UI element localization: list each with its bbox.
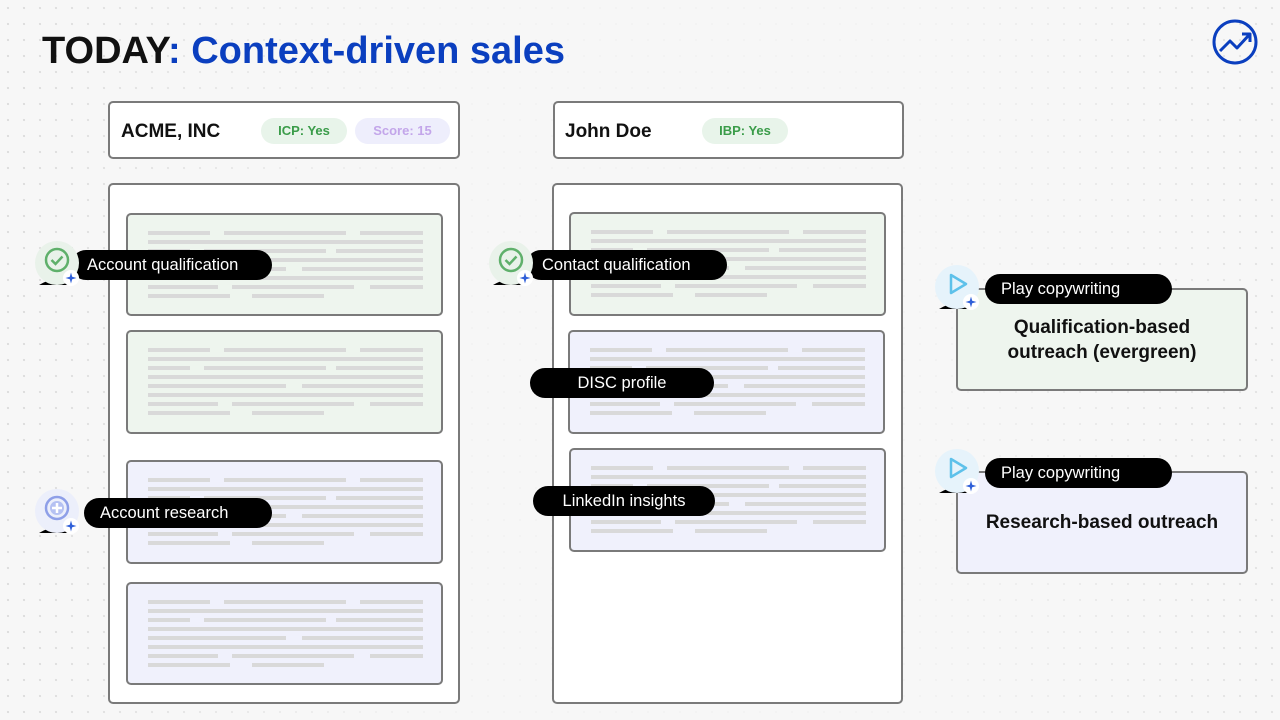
title-prefix: TODAY	[42, 30, 169, 72]
account-extra-card	[126, 582, 443, 685]
contact-name: John Doe	[565, 121, 652, 142]
account-research-tag: Account research	[84, 498, 272, 528]
title-rest: : Context-driven sales	[168, 30, 566, 72]
research-outreach-text: Research-based outreach	[985, 512, 1219, 533]
placeholder-text-lines	[148, 600, 423, 667]
check-circle-icon	[489, 241, 533, 286]
account-name: ACME, INC	[121, 121, 221, 142]
check-circle-icon	[35, 241, 79, 286]
qualification-outreach-text: Qualification-based outreach (evergreen)	[1007, 315, 1196, 365]
qualification-outreach-line1: Qualification-based	[1013, 316, 1191, 338]
qualification-outreach-line2: outreach (evergreen)	[1007, 341, 1197, 363]
placeholder-text-lines	[148, 348, 423, 415]
play-icon	[935, 265, 979, 310]
plus-circle-icon	[35, 489, 79, 534]
linkedin-insights-tag: LinkedIn insights	[533, 486, 715, 516]
account-info-card	[126, 330, 443, 434]
score-badge: Score: 15	[355, 118, 450, 144]
contact-qualification-tag: Contact qualification	[526, 250, 727, 280]
ibp-badge: IBP: Yes	[702, 118, 788, 144]
account-header-card: ACME, INC ICP: Yes Score: 15	[108, 101, 460, 159]
contact-header-card: John Doe IBP: Yes	[553, 101, 904, 159]
play-copywriting-tag-1: Play copywriting	[985, 274, 1172, 304]
growth-chart-logo	[1212, 19, 1258, 65]
icp-badge: ICP: Yes	[261, 118, 347, 144]
page-title: TODAY: Context-driven sales	[42, 30, 565, 73]
play-copywriting-tag-2: Play copywriting	[985, 458, 1172, 488]
play-icon	[935, 449, 979, 494]
disc-profile-tag: DISC profile	[530, 368, 714, 398]
account-qualification-tag: Account qualification	[71, 250, 272, 280]
